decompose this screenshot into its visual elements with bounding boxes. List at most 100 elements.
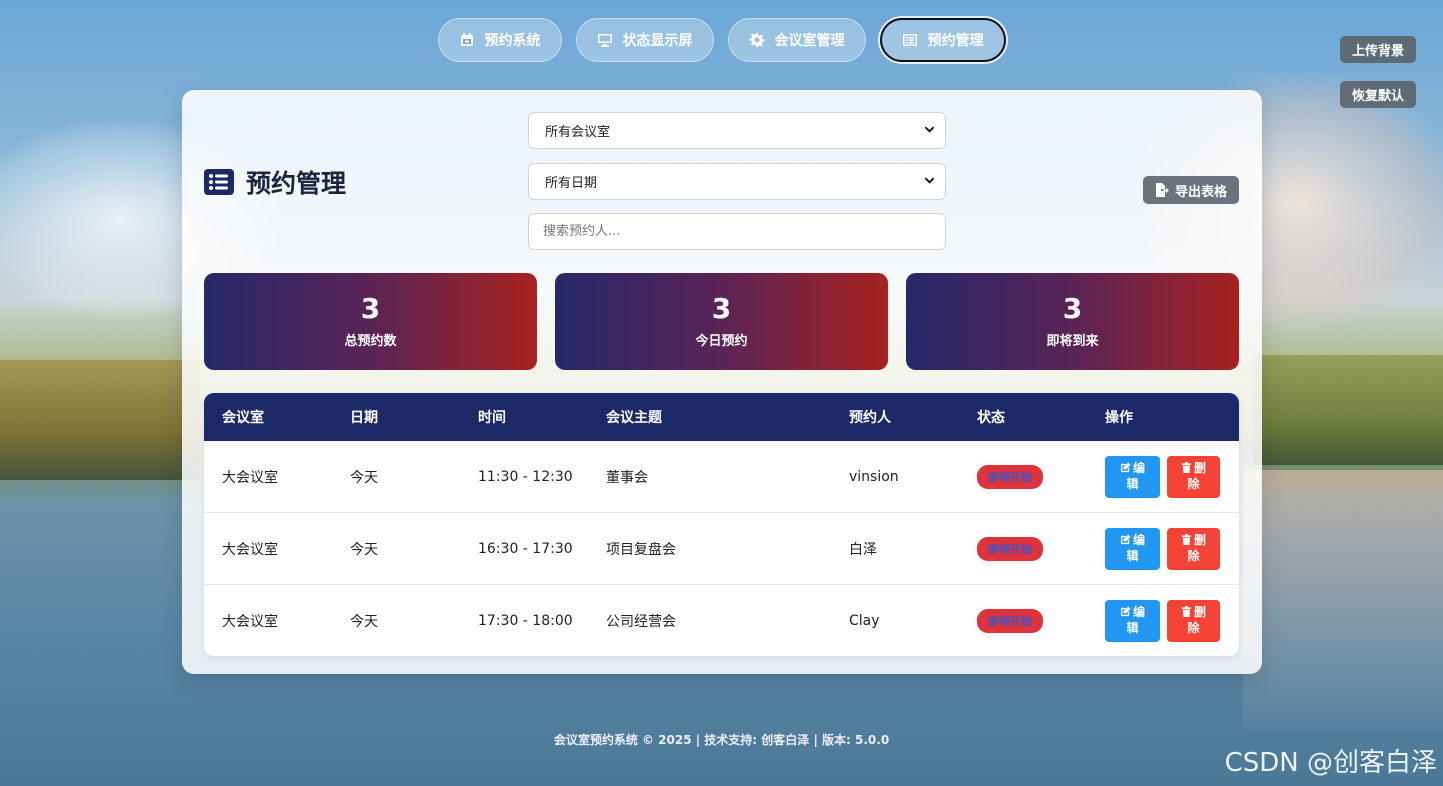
- column-header-status: 状态: [977, 410, 1005, 426]
- gear-icon: [749, 33, 764, 47]
- cell-status: 即将开始: [959, 584, 1087, 656]
- nav-item-booking[interactable]: 预约系统: [437, 18, 562, 62]
- stat-label: 今日预约: [695, 334, 748, 350]
- cell-topic: 公司经营会: [588, 584, 831, 656]
- edit-button[interactable]: 编辑: [1105, 599, 1160, 642]
- cell-booker: 白泽: [831, 512, 959, 585]
- cell-actions: 编辑 删除: [1087, 584, 1239, 656]
- stat-total-bookings: 3 总预约数: [204, 273, 537, 370]
- nav-item-label: 会议室管理: [774, 33, 845, 49]
- page-title: 预约管理: [246, 169, 347, 198]
- delete-label-top: 删: [1193, 604, 1206, 619]
- chevron-down-icon: [924, 126, 935, 133]
- cell-room: 大会议室: [222, 469, 278, 486]
- cell-booker: vinsion: [849, 468, 899, 485]
- edit-button[interactable]: 编辑: [1105, 527, 1160, 570]
- delete-button[interactable]: 删除: [1167, 527, 1220, 570]
- chevron-down-icon: [924, 177, 935, 184]
- delete-label-bottom: 除: [1187, 548, 1200, 563]
- room-filter-value: 所有会议室: [545, 125, 611, 140]
- edit-label-bottom: 辑: [1126, 548, 1139, 563]
- nav-item-booking-management[interactable]: 预约管理: [879, 18, 1006, 62]
- cell-booker: Clay: [831, 584, 959, 656]
- delete-label-bottom: 除: [1187, 620, 1200, 635]
- cell-actions: 编辑 删除: [1087, 512, 1239, 585]
- trash-icon: [1181, 461, 1192, 473]
- top-nav: 预约系统 状态显示屏 会议室管理 预约管理: [0, 18, 1443, 62]
- cell-topic: 项目复盘会: [588, 512, 831, 585]
- stat-value: 3: [1062, 291, 1083, 325]
- delete-button[interactable]: 删除: [1167, 455, 1220, 498]
- cell-topic: 董事会: [606, 469, 648, 486]
- bookings-table: 会议室 日期 时间 会议主题 预约人 状态 操作 大会议室 今天 11:30 -…: [204, 393, 1239, 656]
- stat-value: 3: [360, 291, 381, 325]
- restore-default-button[interactable]: 恢复默认: [1340, 81, 1416, 108]
- status-badge: 即将开始: [977, 608, 1043, 633]
- column-header-time: 时间: [478, 410, 506, 426]
- edit-label-bottom: 辑: [1126, 476, 1139, 491]
- nav-item-label: 状态显示屏: [622, 33, 693, 49]
- nav-item-status-screen[interactable]: 状态显示屏: [575, 18, 714, 62]
- column-header-date: 日期: [350, 410, 378, 426]
- cell-time: 17:30 - 18:00: [460, 584, 588, 656]
- stat-today-bookings: 3 今日预约: [555, 273, 888, 370]
- column-header-topic: 会议主题: [606, 410, 662, 426]
- export-table-button[interactable]: 导出表格: [1142, 176, 1239, 204]
- cell-date: 今天: [332, 584, 460, 656]
- nav-item-label: 预约系统: [484, 33, 541, 49]
- background-grass: [1253, 355, 1443, 465]
- delete-label-top: 删: [1193, 460, 1206, 475]
- edit-icon: [1120, 462, 1131, 472]
- monitor-icon: [597, 34, 612, 47]
- calendar-icon: [460, 33, 473, 46]
- stat-upcoming: 3 即将到来: [906, 273, 1239, 370]
- edit-button[interactable]: 编辑: [1105, 455, 1160, 498]
- booker-search-input[interactable]: [528, 213, 946, 250]
- edit-icon: [1120, 606, 1131, 616]
- watermark: CSDN @创客白泽: [1224, 748, 1437, 778]
- nav-item-label: 预约管理: [927, 33, 984, 49]
- edit-label-top: 编: [1132, 460, 1145, 475]
- cell-date: 今天: [350, 469, 378, 486]
- background-water: [1243, 470, 1443, 730]
- background-grass: [0, 360, 200, 480]
- delete-label-bottom: 除: [1187, 476, 1200, 491]
- booking-management-panel: 预约管理 所有会议室 所有日期 导出表格 3 总预约数 3 今日预约 3 即将到…: [182, 90, 1262, 674]
- trash-icon: [1181, 605, 1192, 617]
- delete-button[interactable]: 删除: [1167, 599, 1220, 642]
- cell-time: 16:30 - 17:30: [460, 512, 588, 585]
- cell-room: 大会议室: [204, 584, 332, 656]
- cell-status: 即将开始: [959, 512, 1087, 585]
- list-icon: [902, 34, 917, 46]
- upload-background-button[interactable]: 上传背景: [1340, 36, 1416, 63]
- status-badge: 即将开始: [977, 536, 1043, 561]
- trash-icon: [1181, 533, 1192, 545]
- list-icon: [204, 169, 234, 195]
- edit-label-top: 编: [1132, 604, 1145, 619]
- stat-value: 3: [711, 291, 732, 325]
- date-filter-select[interactable]: 所有日期: [528, 163, 946, 200]
- column-header-actions: 操作: [1105, 410, 1133, 426]
- table-row: 大会议室 今天 16:30 - 17:30 项目复盘会 白泽 即将开始 编辑 删…: [204, 512, 1239, 585]
- status-badge: 即将开始: [977, 464, 1043, 489]
- cell-status: 即将开始: [959, 441, 1087, 513]
- nav-item-room-management[interactable]: 会议室管理: [727, 18, 866, 62]
- room-filter-select[interactable]: 所有会议室: [528, 112, 946, 149]
- cell-room: 大会议室: [204, 512, 332, 585]
- edit-label-bottom: 辑: [1126, 620, 1139, 635]
- table-row: 大会议室 今天 17:30 - 18:00 公司经营会 Clay 即将开始 编辑…: [204, 584, 1239, 656]
- table-row: 大会议室 今天 11:30 - 12:30 董事会 vinsion 即将开始 编…: [204, 441, 1239, 513]
- table-header-row: 会议室 日期 时间 会议主题 预约人 状态 操作: [204, 393, 1239, 441]
- stat-label: 总预约数: [344, 334, 397, 350]
- cell-date: 今天: [332, 512, 460, 585]
- column-header-room: 会议室: [222, 410, 264, 426]
- stats-row: 3 总预约数 3 今日预约 3 即将到来: [204, 273, 1239, 370]
- delete-label-top: 删: [1193, 532, 1206, 547]
- cell-time: 11:30 - 12:30: [478, 468, 573, 485]
- column-header-booker: 预约人: [849, 410, 891, 426]
- stat-label: 即将到来: [1046, 334, 1099, 350]
- page-header: 预约管理: [204, 164, 346, 200]
- edit-icon: [1120, 534, 1131, 544]
- date-filter-value: 所有日期: [545, 176, 598, 191]
- export-label: 导出表格: [1174, 184, 1227, 200]
